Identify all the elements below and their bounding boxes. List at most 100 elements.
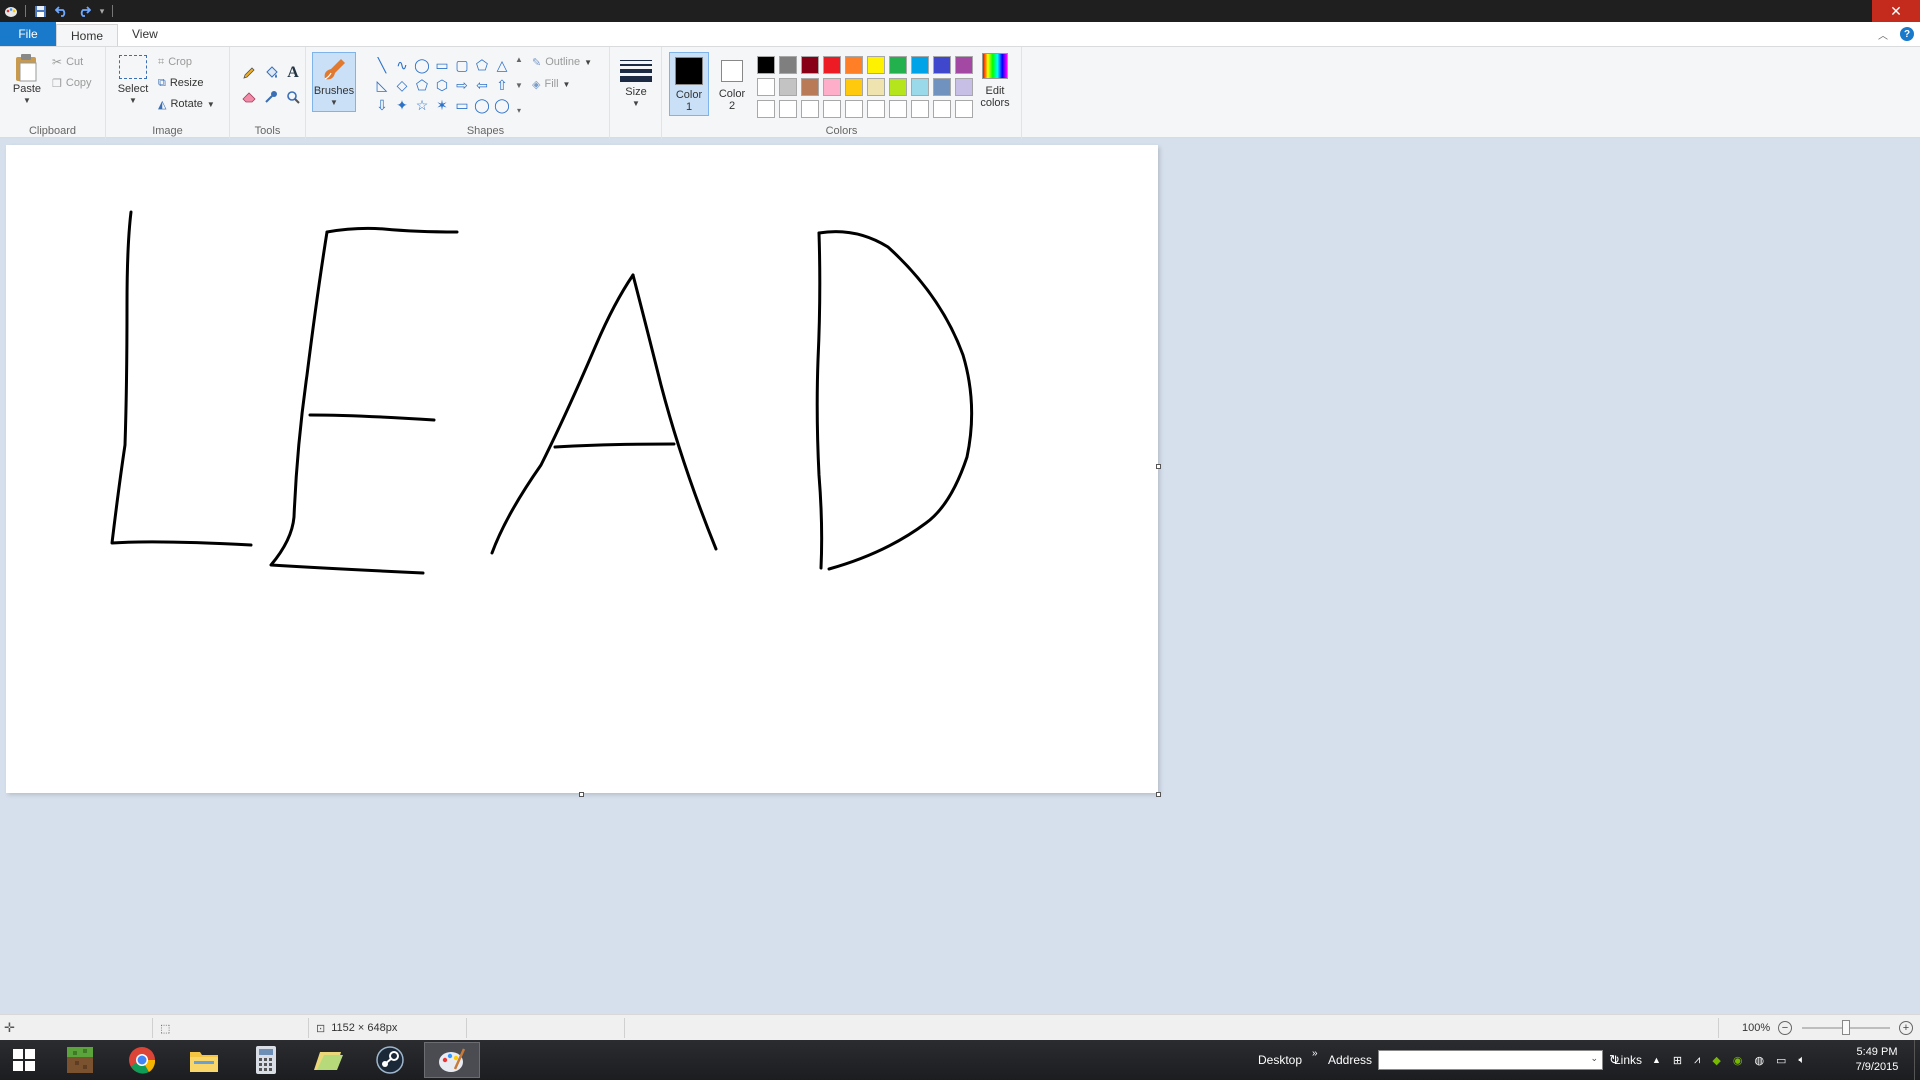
palette-swatch[interactable] — [823, 78, 841, 96]
gallery-expand-icon[interactable]: ▾ — [517, 106, 521, 115]
resize-handle-bottom[interactable] — [579, 792, 584, 797]
rotate-dropdown-icon[interactable]: ▼ — [207, 100, 215, 109]
taskbar-file-explorer[interactable] — [176, 1042, 232, 1078]
select-button[interactable]: Select ▼ — [114, 55, 152, 107]
magnifier-icon[interactable] — [282, 85, 304, 109]
links-label[interactable]: Links — [1614, 1053, 1642, 1067]
palette-swatch[interactable] — [845, 78, 863, 96]
palette-swatch[interactable] — [779, 100, 797, 118]
shape-hexagon-icon[interactable]: ⬡ — [432, 75, 452, 95]
shape-up-arrow-icon[interactable]: ⇧ — [492, 75, 512, 95]
desktop-toolbar[interactable]: Desktop » — [1258, 1040, 1318, 1080]
paste-button[interactable]: Paste ▼ — [10, 53, 44, 107]
action-center-icon[interactable]: ▭ — [1776, 1054, 1786, 1067]
shape-line-icon[interactable]: ╲ — [372, 55, 392, 75]
zoom-out-button[interactable]: − — [1778, 1015, 1792, 1041]
tab-home[interactable]: Home — [56, 24, 119, 46]
shape-left-arrow-icon[interactable]: ⇦ — [472, 75, 492, 95]
palette-swatch[interactable] — [933, 56, 951, 74]
palette-swatch[interactable] — [933, 78, 951, 96]
zoom-slider-thumb[interactable] — [1842, 1020, 1850, 1035]
palette-swatch[interactable] — [911, 100, 929, 118]
select-dropdown-icon[interactable]: ▼ — [129, 95, 137, 107]
nvidia-icon[interactable]: ◆ — [1712, 1054, 1720, 1067]
edit-colors-button[interactable]: Edit colors — [974, 53, 1016, 109]
palette-swatch[interactable] — [823, 100, 841, 118]
shape-down-arrow-icon[interactable]: ⇩ — [372, 95, 392, 115]
scroll-up-icon[interactable]: ▲ — [515, 55, 523, 64]
palette-swatch[interactable] — [867, 56, 885, 74]
clock[interactable]: 5:49 PM 7/9/2015 — [1848, 1040, 1906, 1080]
desktop-label[interactable]: Desktop — [1258, 1053, 1302, 1067]
tab-view[interactable]: View — [118, 22, 172, 46]
shapes-scroll[interactable]: ▲ ▼ ▾ — [514, 55, 524, 115]
palette-swatch[interactable] — [911, 78, 929, 96]
resize-handle-corner[interactable] — [1156, 792, 1161, 797]
show-hidden-icons-icon[interactable]: ▲ — [1652, 1055, 1661, 1065]
cut-button[interactable]: ✂ Cut — [52, 53, 83, 71]
network-wifi-icon[interactable]: ⩘ — [1694, 1054, 1700, 1067]
palette-swatch[interactable] — [779, 56, 797, 74]
rotate-button[interactable]: ◭ Rotate ▼ — [158, 95, 215, 113]
palette-swatch[interactable] — [933, 100, 951, 118]
shape-polygon-icon[interactable]: ⬠ — [472, 55, 492, 75]
palette-swatch[interactable] — [889, 78, 907, 96]
palette-swatch[interactable] — [823, 56, 841, 74]
customize-qat-icon[interactable]: ▾ — [95, 0, 109, 22]
palette-swatch[interactable] — [889, 56, 907, 74]
fill-bucket-icon[interactable] — [260, 61, 282, 85]
taskbar-steam[interactable] — [362, 1042, 418, 1078]
brushes-dropdown-icon[interactable]: ▼ — [330, 97, 338, 109]
undo-icon[interactable] — [51, 0, 73, 22]
resize-handle-right[interactable] — [1156, 464, 1161, 469]
fill-button[interactable]: ◈ Fill ▼ — [532, 75, 570, 93]
show-desktop-button[interactable] — [1914, 1040, 1920, 1080]
palette-swatch[interactable] — [845, 56, 863, 74]
links-toolbar[interactable]: Links — [1614, 1040, 1642, 1080]
shape-curve-icon[interactable]: ∿ — [392, 55, 412, 75]
palette-swatch[interactable] — [867, 78, 885, 96]
palette-swatch[interactable] — [779, 78, 797, 96]
shape-pentagon-icon[interactable]: ⬠ — [412, 75, 432, 95]
color1-button[interactable]: Color 1 — [669, 52, 709, 116]
color-picker-icon[interactable] — [260, 85, 282, 109]
taskbar-paint[interactable] — [424, 1042, 480, 1078]
shape-four-point-star-icon[interactable]: ✦ — [392, 95, 412, 115]
outline-button[interactable]: ✎ Outline ▼ — [532, 53, 592, 71]
windows-flag-icon[interactable]: ⊞ — [1673, 1054, 1682, 1067]
palette-swatch[interactable] — [955, 100, 973, 118]
shape-rectangle-icon[interactable]: ▭ — [432, 55, 452, 75]
pencil-icon[interactable] — [238, 61, 260, 85]
palette-swatch[interactable] — [801, 56, 819, 74]
palette-swatch[interactable] — [955, 56, 973, 74]
gaming-icon[interactable]: ◉ — [1733, 1054, 1743, 1067]
eraser-icon[interactable] — [238, 85, 260, 109]
taskbar-folder[interactable] — [300, 1042, 356, 1078]
palette-swatch[interactable] — [801, 78, 819, 96]
volume-icon[interactable]: 🔈︎ — [1798, 1054, 1805, 1067]
address-dropdown-icon[interactable]: ⌄ — [1590, 1053, 1598, 1064]
shape-six-point-star-icon[interactable]: ✶ — [432, 95, 452, 115]
toolbar-expand-icon[interactable]: » — [1312, 1048, 1318, 1059]
shape-rect-callout-icon[interactable]: ▭ — [452, 95, 472, 115]
fill-dropdown-icon[interactable]: ▼ — [563, 80, 571, 89]
shape-oval-icon[interactable]: ◯ — [412, 55, 432, 75]
taskbar-calculator[interactable] — [238, 1042, 294, 1078]
palette-swatch[interactable] — [757, 78, 775, 96]
palette-swatch[interactable] — [955, 78, 973, 96]
tab-file[interactable]: File — [0, 22, 56, 46]
help-icon[interactable]: ? — [1900, 27, 1914, 41]
drawing-canvas[interactable] — [6, 145, 1158, 793]
crop-button[interactable]: ⌗ Crop — [158, 53, 192, 71]
shape-rounded-rectangle-icon[interactable]: ▢ — [452, 55, 472, 75]
shape-cloud-callout-icon[interactable]: ◯ — [492, 95, 512, 115]
palette-swatch[interactable] — [801, 100, 819, 118]
redo-icon[interactable] — [73, 0, 95, 22]
resize-button[interactable]: ⧉ Resize — [158, 74, 203, 92]
taskbar-chrome[interactable] — [114, 1042, 170, 1078]
shape-right-arrow-icon[interactable]: ⇨ — [452, 75, 472, 95]
minimize-ribbon-icon[interactable]: ︿ — [1878, 27, 1888, 42]
address-input[interactable]: ⌄ — [1378, 1050, 1604, 1070]
outline-dropdown-icon[interactable]: ▼ — [584, 58, 592, 67]
paste-dropdown-icon[interactable]: ▼ — [23, 95, 31, 107]
